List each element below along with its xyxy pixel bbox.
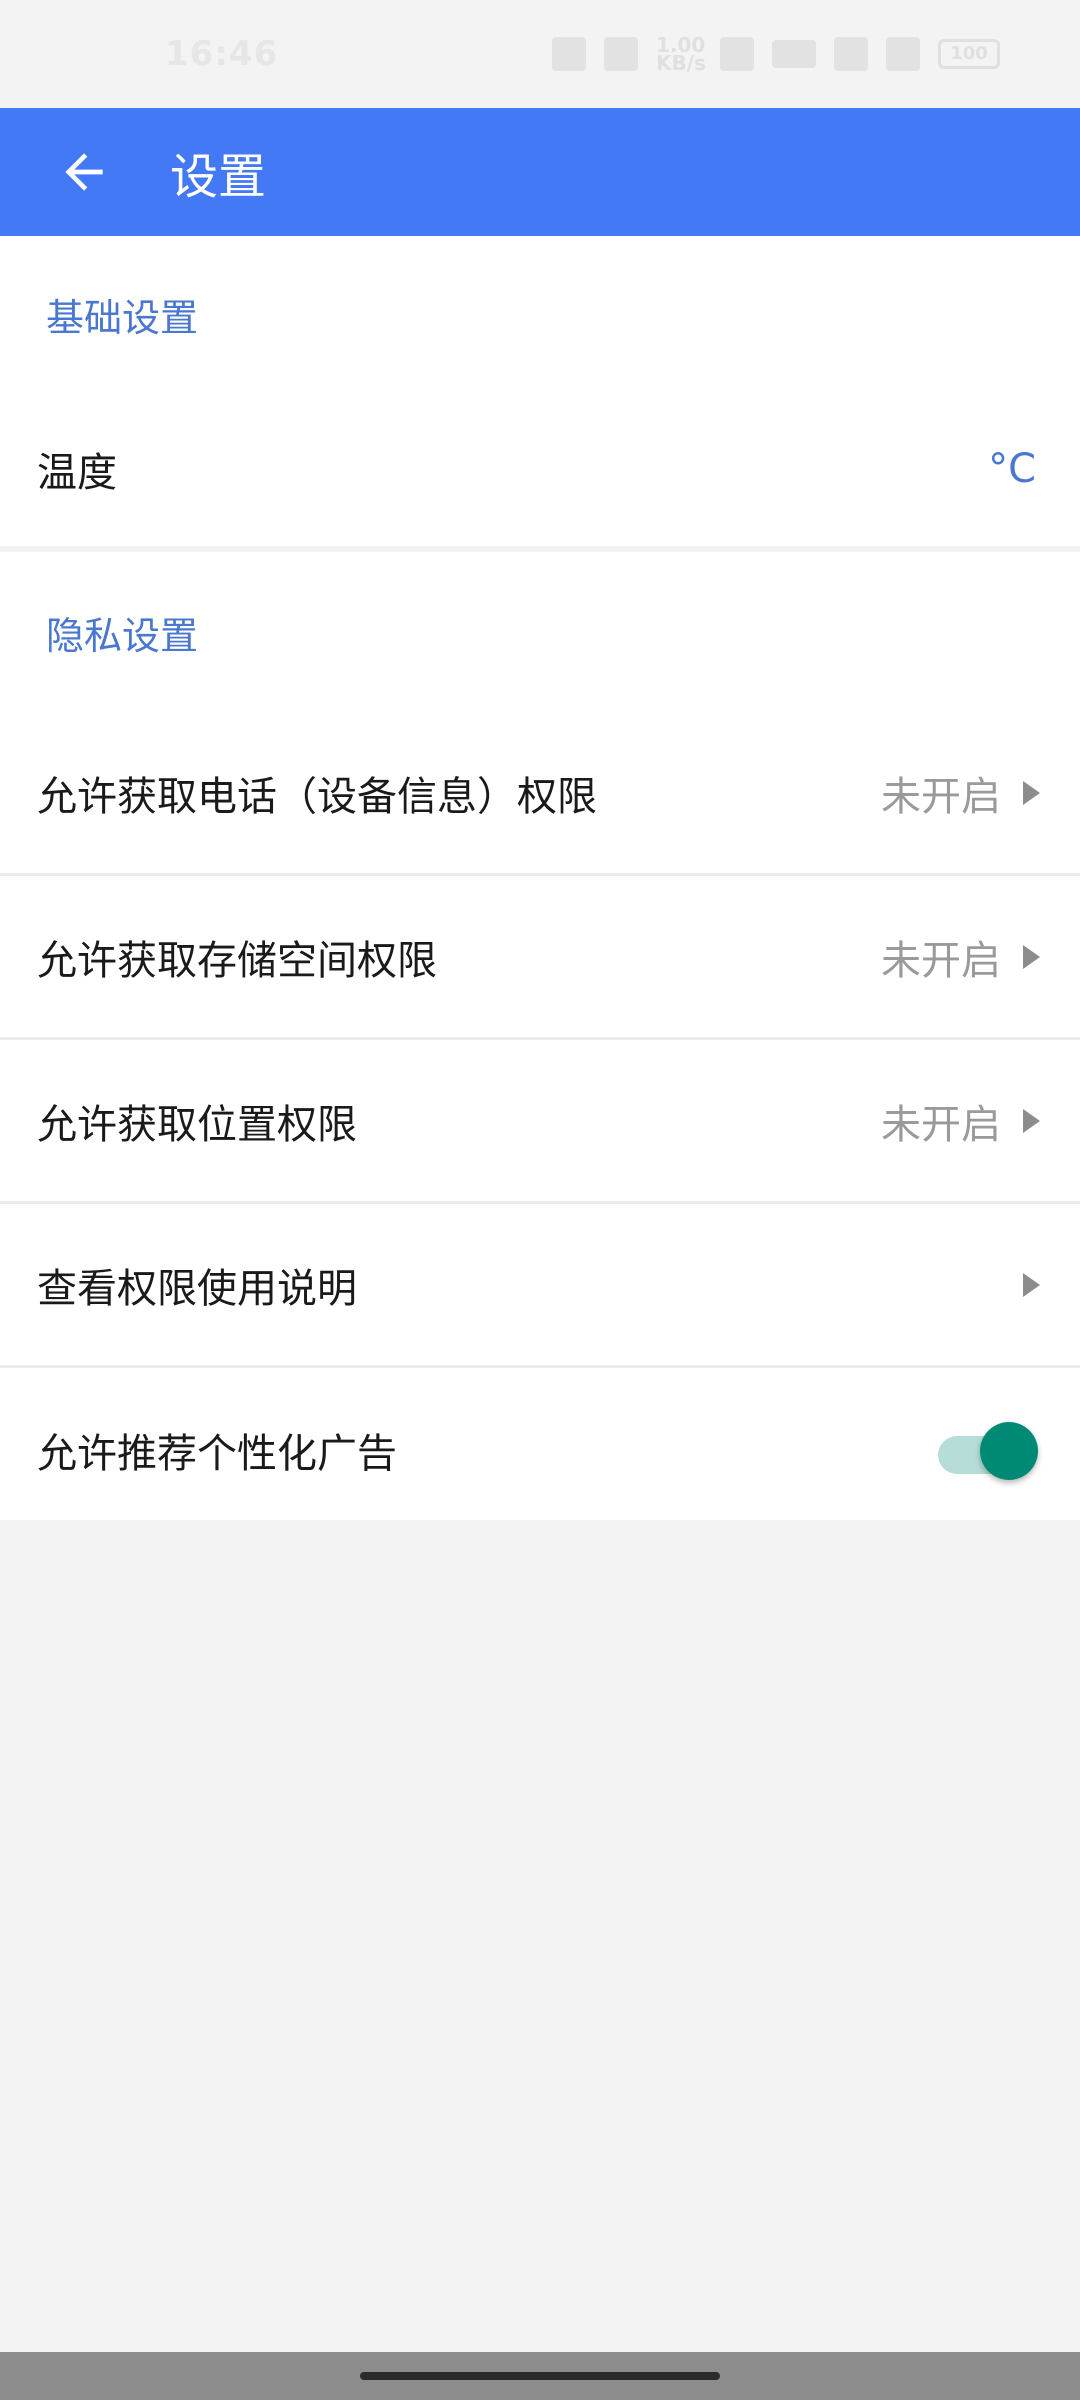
home-gesture-handle[interactable] bbox=[360, 2372, 720, 2380]
permission-info-status bbox=[1023, 1272, 1040, 1297]
chevron-right-icon bbox=[1023, 1272, 1040, 1297]
privacy-settings-section: 隐私设置 允许获取电话（设备信息）权限 未开启 允许获取存储空间权限 未开启 允… bbox=[0, 552, 1080, 1520]
location-permission-label: 允许获取位置权限 bbox=[37, 1101, 357, 1148]
phone-permission-label: 允许获取电话（设备信息）权限 bbox=[37, 773, 597, 820]
location-permission-status: 未开启 bbox=[881, 1092, 1040, 1150]
permission-info-row[interactable]: 查看权限使用说明 bbox=[0, 1204, 1080, 1368]
arrow-left-icon bbox=[65, 153, 103, 191]
chevron-right-icon bbox=[1023, 1108, 1040, 1133]
location-permission-row[interactable]: 允许获取位置权限 未开启 bbox=[0, 1040, 1080, 1204]
section-header-basic: 基础设置 bbox=[46, 295, 199, 340]
back-button[interactable] bbox=[24, 108, 144, 236]
permission-info-label: 查看权限使用说明 bbox=[37, 1265, 357, 1312]
signal-5g-icon bbox=[886, 37, 920, 71]
chevron-right-icon bbox=[1023, 944, 1040, 969]
status-icons: 1.00 KB/s 100 bbox=[552, 33, 1000, 75]
storage-permission-label: 允许获取存储空间权限 bbox=[37, 937, 437, 984]
status-time: 16:46 bbox=[165, 34, 279, 74]
basic-settings-section: 基础设置 温度 °C bbox=[0, 236, 1080, 546]
bluetooth-icon bbox=[604, 37, 638, 71]
page-title: 设置 bbox=[170, 149, 267, 205]
battery-icon: 100 bbox=[938, 39, 1000, 69]
personalized-ads-row: 允许推荐个性化广告 bbox=[0, 1368, 1080, 1532]
hd-icon bbox=[772, 40, 816, 68]
section-header-privacy: 隐私设置 bbox=[46, 613, 199, 658]
phone-permission-status: 未开启 bbox=[881, 764, 1040, 822]
personalized-ads-toggle[interactable] bbox=[938, 1420, 1038, 1480]
nfc-icon bbox=[552, 37, 586, 71]
net-speed: 1.00 KB/s bbox=[656, 33, 706, 75]
signal-icon bbox=[834, 37, 868, 71]
personalized-ads-label: 允许推荐个性化广告 bbox=[37, 1431, 397, 1477]
app-bar: 设置 bbox=[0, 108, 1080, 236]
toggle-thumb bbox=[980, 1422, 1038, 1480]
wifi-icon bbox=[720, 37, 754, 71]
temperature-unit-value: °C bbox=[988, 446, 1036, 492]
storage-permission-status: 未开启 bbox=[881, 928, 1040, 986]
storage-permission-row[interactable]: 允许获取存储空间权限 未开启 bbox=[0, 876, 1080, 1040]
temperature-label: 温度 bbox=[37, 450, 117, 496]
navigation-bar bbox=[0, 2352, 1080, 2400]
chevron-right-icon bbox=[1023, 780, 1040, 805]
temperature-setting-row[interactable]: 温度 °C bbox=[0, 392, 1080, 546]
storage-permission-value: 未开启 bbox=[881, 937, 1001, 984]
phone-permission-value: 未开启 bbox=[881, 773, 1001, 820]
location-permission-value: 未开启 bbox=[881, 1101, 1001, 1148]
phone-permission-row[interactable]: 允许获取电话（设备信息）权限 未开启 bbox=[0, 712, 1080, 876]
status-bar: 16:46 1.00 KB/s 100 bbox=[0, 0, 1080, 108]
